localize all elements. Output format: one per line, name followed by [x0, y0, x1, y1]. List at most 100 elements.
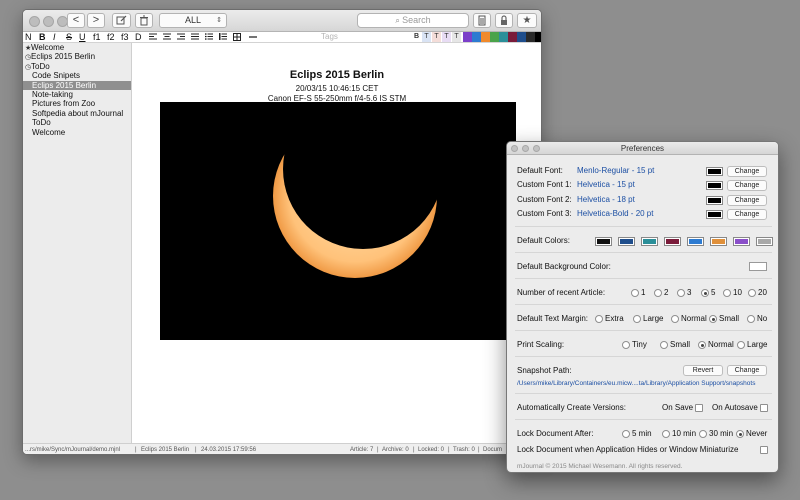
sidebar-item-todo[interactable]: ◷ToDo [23, 62, 131, 71]
italic-button[interactable]: I [53, 32, 56, 42]
font3-button[interactable]: f3 [121, 32, 129, 42]
font2-button[interactable]: f2 [107, 32, 115, 42]
color-swatch[interactable] [472, 32, 481, 42]
recent-radio-3[interactable] [677, 289, 685, 297]
text-color-red-button[interactable]: T [432, 32, 441, 42]
sidebar-item-note-taking[interactable]: Note-taking [23, 90, 131, 99]
date-button[interactable]: D [135, 32, 142, 42]
color-swatch[interactable] [526, 32, 535, 42]
on-autosave-label: On Autosave [712, 403, 758, 412]
bold-button[interactable]: B [39, 32, 46, 42]
margin-radio-normal[interactable] [671, 315, 679, 323]
margin-radio-no[interactable] [747, 315, 755, 323]
lock-on-hide-checkbox[interactable] [760, 446, 768, 454]
snapshot-revert-button[interactable]: Revert [683, 365, 723, 376]
align-right-icon[interactable] [177, 33, 185, 41]
sidebar-item-welcome-sub[interactable]: Welcome [23, 128, 131, 137]
custom-font-2-value: Helvetica - 18 pt [577, 195, 635, 204]
default-color-well[interactable] [756, 237, 773, 246]
strikethrough-button[interactable]: S [66, 32, 72, 42]
recent-radio-2[interactable] [654, 289, 662, 297]
default-color-well[interactable] [618, 237, 635, 246]
on-autosave-checkbox[interactable] [760, 404, 768, 412]
lock-radio-30-min[interactable] [699, 430, 707, 438]
minimize-window-button[interactable] [43, 16, 54, 27]
custom-font-1-color-well[interactable] [706, 181, 723, 190]
text-color-blue-button[interactable]: T [422, 32, 431, 42]
color-swatch[interactable] [490, 32, 499, 42]
color-swatch[interactable] [535, 32, 541, 42]
text-color-gray-button[interactable]: T [452, 32, 461, 42]
color-swatch[interactable] [481, 32, 490, 42]
back-button[interactable]: < [67, 13, 85, 28]
favorite-button[interactable]: ★ [517, 13, 537, 28]
custom-font-2-color-well[interactable] [706, 196, 723, 205]
document-editor[interactable]: Eclips 2015 Berlin 20/03/15 10:46:15 CET… [133, 43, 541, 443]
lock-radio-10-min[interactable] [662, 430, 670, 438]
recent-radio-5[interactable] [701, 289, 709, 297]
table-icon[interactable] [233, 33, 241, 41]
default-color-well[interactable] [687, 237, 704, 246]
forward-button[interactable]: > [87, 13, 105, 28]
lock-button[interactable] [495, 13, 513, 28]
sidebar-item-code-snipets[interactable]: Code Snipets [23, 71, 131, 80]
status-trash-count: Trash: 0 [453, 447, 475, 453]
font1-button[interactable]: f1 [93, 32, 101, 42]
margin-radio-extra[interactable] [595, 315, 603, 323]
align-justify-icon[interactable] [191, 33, 199, 41]
search-field[interactable]: ⌕ Search [357, 13, 469, 28]
sidebar-item-eclips-2015-berlin[interactable]: ◷Eclips 2015 Berlin [23, 52, 131, 61]
color-swatch[interactable] [517, 32, 526, 42]
default-color-well[interactable] [641, 237, 658, 246]
color-swatch[interactable] [508, 32, 517, 42]
sidebar-item-todo-sub[interactable]: ToDo [23, 118, 131, 127]
recent-radio-1[interactable] [631, 289, 639, 297]
recent-radio-20[interactable] [748, 289, 756, 297]
custom-font-3-change-button[interactable]: Change [727, 209, 767, 220]
default-color-well[interactable] [664, 237, 681, 246]
lock-icon [501, 15, 507, 25]
default-color-well[interactable] [710, 237, 727, 246]
text-color-purple-button[interactable]: T [442, 32, 451, 42]
on-save-checkbox[interactable] [695, 404, 703, 412]
archive-button[interactable] [473, 13, 491, 28]
scaling-radio-large[interactable] [737, 341, 745, 349]
snapshot-change-button[interactable]: Change [727, 365, 767, 376]
recent-radio-10[interactable] [723, 289, 731, 297]
custom-font-1-change-button[interactable]: Change [727, 180, 767, 191]
custom-font-2-change-button[interactable]: Change [727, 195, 767, 206]
sidebar-item-eclips-2015-berlin-selected[interactable]: Eclips 2015 Berlin [23, 80, 131, 90]
filter-popup[interactable]: ALL ⇕ [159, 13, 227, 28]
color-swatch[interactable] [499, 32, 508, 42]
color-swatch[interactable] [463, 32, 472, 42]
margin-radio-small[interactable] [709, 315, 717, 323]
scaling-radio-normal[interactable] [698, 341, 706, 349]
default-color-well[interactable] [733, 237, 750, 246]
sidebar-item-softpedia[interactable]: Softpedia about mJournal [23, 109, 131, 118]
sidebar-item-welcome[interactable]: ★Welcome [23, 43, 131, 52]
delete-button[interactable] [135, 13, 153, 28]
horizontal-rule-icon[interactable] [249, 33, 257, 41]
default-font-color-well[interactable] [706, 167, 723, 176]
margin-radio-large[interactable] [633, 315, 641, 323]
numbered-list-icon[interactable] [219, 33, 227, 41]
tags-field[interactable]: Tags [321, 32, 338, 42]
normal-text-button[interactable]: N [25, 32, 32, 42]
new-article-button[interactable] [112, 13, 131, 28]
close-window-button[interactable] [29, 16, 40, 27]
align-left-icon[interactable] [149, 33, 157, 41]
scaling-radio-small[interactable] [660, 341, 668, 349]
lock-radio-never[interactable] [736, 430, 744, 438]
lock-radio-5-min[interactable] [622, 430, 630, 438]
default-font-change-button[interactable]: Change [727, 166, 767, 177]
default-color-well[interactable] [595, 237, 612, 246]
scaling-radio-tiny[interactable] [622, 341, 630, 349]
sidebar-item-pictures-from-zoo[interactable]: Pictures from Zoo [23, 99, 131, 108]
text-color-black-button[interactable]: B [412, 32, 421, 42]
align-center-icon[interactable] [163, 33, 171, 41]
custom-font-3-color-well[interactable] [706, 210, 723, 219]
status-locked-count: Locked: 0 [418, 447, 445, 453]
background-color-well[interactable] [749, 262, 767, 271]
bullet-list-icon[interactable] [205, 33, 213, 41]
underline-button[interactable]: U [79, 32, 86, 42]
